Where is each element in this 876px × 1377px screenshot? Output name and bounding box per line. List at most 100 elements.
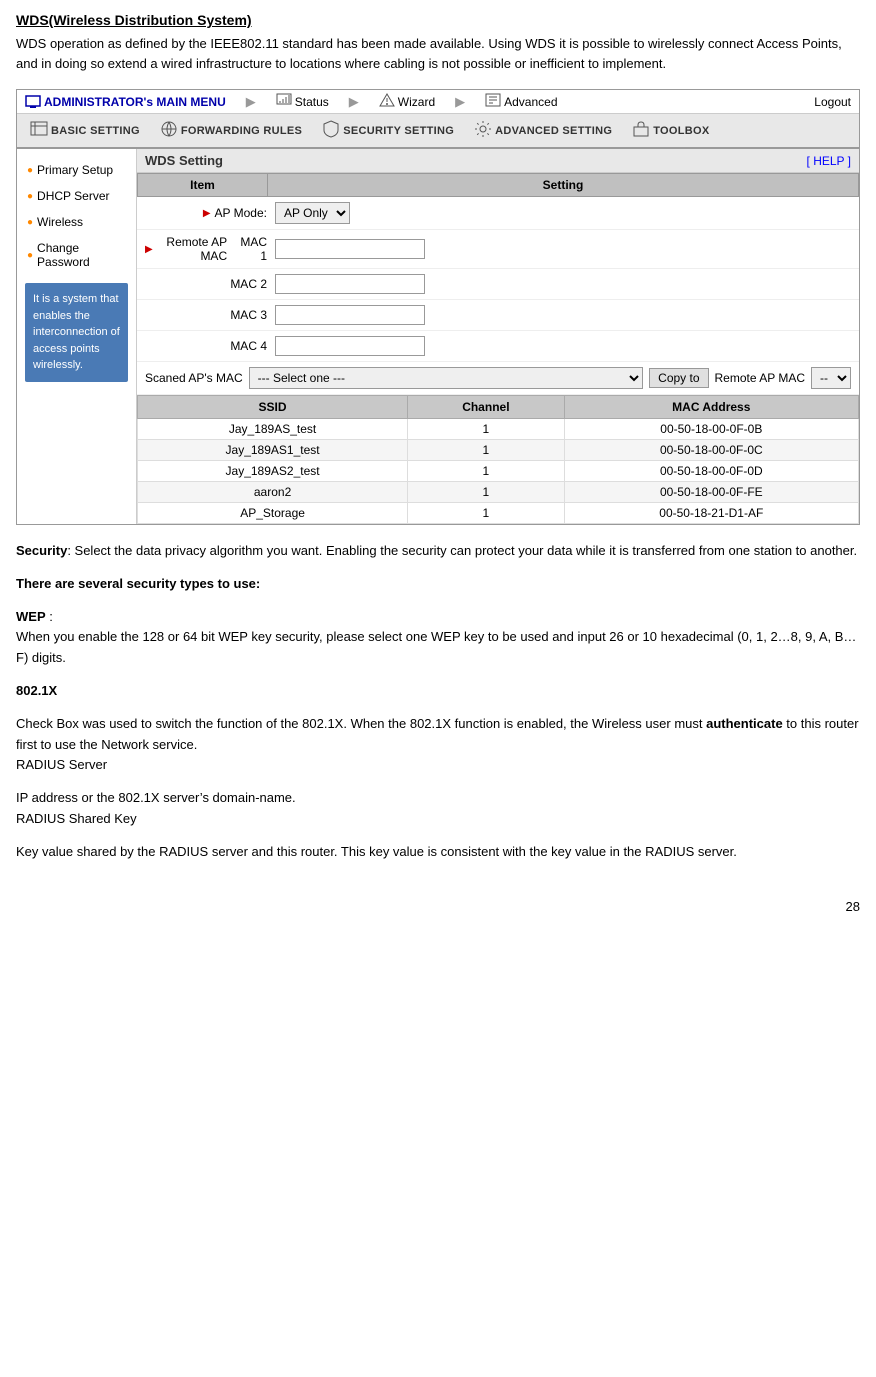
advanced-icon <box>485 93 501 110</box>
mac2-row: MAC 2 <box>137 269 859 300</box>
right-panel: WDS Setting [ HELP ] Item Setting ▶ AP M… <box>137 149 859 524</box>
ap-list-row[interactable]: Jay_189AS1_test100-50-18-00-0F-0C <box>138 440 859 461</box>
scanned-row: Scaned AP's MAC --- Select one --- Copy … <box>137 362 859 395</box>
ap-mode-select[interactable]: AP Only <box>275 202 350 224</box>
bottom-text-section: Security: Select the data privacy algori… <box>0 525 876 891</box>
nav-advanced[interactable]: Advanced <box>485 93 557 110</box>
dot1x-heading-para: 802.1X <box>16 681 860 702</box>
admin-menu-label: ADMINISTRATOR's MAIN MENU <box>44 95 226 109</box>
basic-icon <box>30 120 48 141</box>
sub-nav-basic[interactable]: BASIC SETTING <box>21 116 149 145</box>
mac3-input[interactable] <box>275 305 425 325</box>
ap-channel-cell: 1 <box>408 482 564 503</box>
sub-nav-toolbox[interactable]: TOOLBOX <box>623 116 718 145</box>
mac3-label: MAC 3 <box>145 308 275 322</box>
wizard-label: Wizard <box>398 95 435 109</box>
ap-mode-control: AP Only <box>275 202 851 224</box>
sidebar: ● Primary Setup ● DHCP Server ● Wireless… <box>17 149 137 524</box>
copy-to-button[interactable]: Copy to <box>649 368 708 388</box>
status-label: Status <box>295 95 329 109</box>
sub-nav-advanced[interactable]: ADVANCED SETTING <box>465 116 621 145</box>
nav-wizard[interactable]: Wizard <box>379 93 435 110</box>
panel-header: WDS Setting [ HELP ] <box>137 149 859 173</box>
remote-mac-label: Remote AP MAC <box>715 371 805 385</box>
ap-ssid-cell: Jay_189AS1_test <box>138 440 408 461</box>
help-link[interactable]: [ HELP ] <box>807 154 851 168</box>
wireless-link[interactable]: Wireless <box>37 215 83 229</box>
nav-bar: ADMINISTRATOR's MAIN MENU ▶ Status ▶ <box>17 90 859 114</box>
sidebar-item-password[interactable]: ● Change Password <box>17 235 136 275</box>
ap-list-row[interactable]: Jay_189AS2_test100-50-18-00-0F-0D <box>138 461 859 482</box>
mac2-label: MAC 2 <box>145 277 275 291</box>
security-icon <box>322 120 340 141</box>
dot1x-heading: 802.1X <box>16 683 57 698</box>
dot1x-key-para: Key value shared by the RADIUS server an… <box>16 842 860 863</box>
forwarding-icon <box>160 120 178 141</box>
ap-list-row[interactable]: Jay_189AS_test100-50-18-00-0F-0B <box>138 419 859 440</box>
monitor-icon <box>25 94 41 110</box>
col-ssid-header: SSID <box>138 396 408 419</box>
mac1-control <box>275 239 851 259</box>
types-heading-para: There are several security types to use: <box>16 574 860 595</box>
page-heading: WDS(Wireless Distribution System) <box>16 12 860 28</box>
status-icon <box>276 93 292 110</box>
ap-mac-cell: 00-50-18-00-0F-0D <box>564 461 858 482</box>
mac3-control <box>275 305 851 325</box>
sub-nav-bar: BASIC SETTING FORWARDING RULES SECURITY … <box>17 114 859 149</box>
ap-channel-cell: 1 <box>408 503 564 524</box>
ap-mac-cell: 00-50-18-21-D1-AF <box>564 503 858 524</box>
router-ui: ADMINISTRATOR's MAIN MENU ▶ Status ▶ <box>16 89 860 525</box>
ap-mode-row: ▶ AP Mode: AP Only <box>137 197 859 230</box>
mac4-input[interactable] <box>275 336 425 356</box>
mac2-input[interactable] <box>275 274 425 294</box>
scanned-select[interactable]: --- Select one --- <box>249 367 643 389</box>
scanned-label: Scaned AP's MAC <box>145 371 243 385</box>
ap-channel-cell: 1 <box>408 419 564 440</box>
ap-channel-cell: 1 <box>408 461 564 482</box>
remote-mac-select[interactable]: -- <box>811 367 851 389</box>
sidebar-item-dhcp[interactable]: ● DHCP Server <box>17 183 136 209</box>
ap-ssid-cell: Jay_189AS2_test <box>138 461 408 482</box>
dot1x-para: Check Box was used to switch the functio… <box>16 714 860 776</box>
sub-nav-security[interactable]: SECURITY SETTING <box>313 116 463 145</box>
nav-admin[interactable]: ADMINISTRATOR's MAIN MENU <box>25 94 226 110</box>
col-channel-header: Channel <box>408 396 564 419</box>
mac2-control <box>275 274 851 294</box>
col-item-header: Item <box>138 174 268 197</box>
ap-mode-label: ▶ AP Mode: <box>145 206 275 220</box>
sidebar-item-wireless[interactable]: ● Wireless <box>17 209 136 235</box>
ap-channel-cell: 1 <box>408 440 564 461</box>
mac4-row: MAC 4 <box>137 331 859 362</box>
primary-setup-link[interactable]: Primary Setup <box>37 163 113 177</box>
ap-mac-cell: 00-50-18-00-0F-0B <box>564 419 858 440</box>
sidebar-item-primary[interactable]: ● Primary Setup <box>17 157 136 183</box>
mac3-row: MAC 3 <box>137 300 859 331</box>
main-content: ● Primary Setup ● DHCP Server ● Wireless… <box>17 149 859 524</box>
mac4-label: MAC 4 <box>145 339 275 353</box>
col-setting-header: Setting <box>268 174 859 197</box>
advanced-label: Advanced <box>504 95 557 109</box>
ap-mac-cell: 00-50-18-00-0F-FE <box>564 482 858 503</box>
wep-para: WEP : When you enable the 128 or 64 bit … <box>16 607 860 669</box>
nav-logout[interactable]: Logout <box>814 95 851 109</box>
change-password-link[interactable]: Change Password <box>37 241 126 269</box>
sidebar-tip: It is a system that enables the intercon… <box>25 283 128 382</box>
col-mac-header: MAC Address <box>564 396 858 419</box>
ap-ssid-cell: AP_Storage <box>138 503 408 524</box>
remote-mac-row: ▶ Remote AP MAC MAC 1 <box>137 230 859 269</box>
sub-nav-forwarding[interactable]: FORWARDING RULES <box>151 116 311 145</box>
ap-list-table: SSID Channel MAC Address Jay_189AS_test1… <box>137 395 859 524</box>
ap-list-row[interactable]: AP_Storage100-50-18-21-D1-AF <box>138 503 859 524</box>
wizard-icon <box>379 93 395 110</box>
intro-paragraph: WDS operation as defined by the IEEE802.… <box>16 34 860 73</box>
mac1-input[interactable] <box>275 239 425 259</box>
wds-form-table: Item Setting <box>137 173 859 197</box>
ap-ssid-cell: aaron2 <box>138 482 408 503</box>
nav-status[interactable]: Status <box>276 93 329 110</box>
ap-list-row[interactable]: aaron2100-50-18-00-0F-FE <box>138 482 859 503</box>
dhcp-link[interactable]: DHCP Server <box>37 189 109 203</box>
page-number: 28 <box>0 891 876 922</box>
dot1x-ip-para: IP address or the 802.1X server’s domain… <box>16 788 860 830</box>
ap-ssid-cell: Jay_189AS_test <box>138 419 408 440</box>
security-heading: Security <box>16 543 67 558</box>
